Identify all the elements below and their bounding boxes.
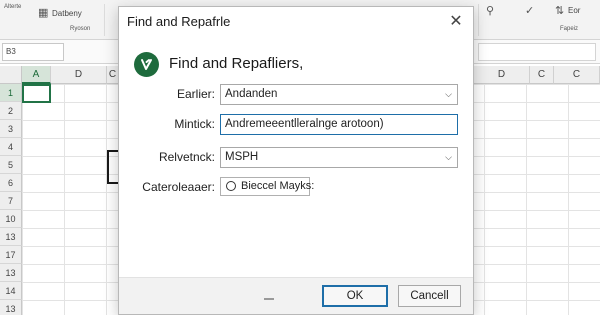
column-header[interactable]: C bbox=[554, 66, 600, 84]
select-all-corner[interactable] bbox=[0, 66, 22, 84]
cancel-button[interactable]: Cancell bbox=[398, 285, 461, 307]
row-header[interactable]: 5 bbox=[0, 156, 22, 174]
field-label-replace: Mintick: bbox=[174, 117, 215, 131]
ok-button[interactable]: OK bbox=[322, 285, 388, 307]
close-icon[interactable]: ✕ bbox=[445, 11, 467, 33]
dialog-header: Find and Repafliers, bbox=[169, 55, 304, 72]
chevron-down-icon[interactable]: ⌵ bbox=[445, 85, 452, 104]
sort-icon[interactable]: ⇅ bbox=[555, 6, 564, 17]
table-icon[interactable]: ▦ bbox=[38, 8, 48, 19]
find-replace-dialog: Find and Repafrle ✕ Find and Repafliers,… bbox=[118, 6, 474, 315]
replace-input[interactable]: Andremeeentlleralnge arotoon) bbox=[220, 114, 458, 135]
selected-cell[interactable] bbox=[22, 84, 51, 103]
filter-icon[interactable]: ⚲ bbox=[486, 6, 494, 17]
field-label-find: Earlier: bbox=[176, 87, 215, 101]
row-header[interactable]: 10 bbox=[0, 210, 22, 228]
name-box[interactable]: B3 bbox=[2, 43, 64, 61]
row-header[interactable]: 1 bbox=[0, 84, 22, 102]
field-label-within: Relvetnck: bbox=[158, 150, 215, 164]
dialog-titlebar[interactable]: Find and Repafrle ✕ bbox=[119, 7, 473, 37]
within-value: MSPH bbox=[225, 151, 259, 163]
leaf-icon bbox=[141, 59, 152, 70]
row-header[interactable]: 13 bbox=[0, 228, 22, 246]
ribbon-far-right-label[interactable]: Eor bbox=[568, 6, 580, 15]
column-header[interactable]: A bbox=[22, 66, 51, 84]
find-dropdown[interactable]: Andanden ⌵ bbox=[220, 84, 458, 105]
ribbon-far-right-sub: Fapeiz bbox=[560, 26, 579, 32]
radio-button[interactable] bbox=[226, 181, 236, 191]
match-option[interactable]: Bieccel Mayks: bbox=[220, 177, 314, 196]
row-header[interactable]: 7 bbox=[0, 192, 22, 210]
replace-value: Andremeeentlleralnge arotoon) bbox=[225, 118, 384, 130]
row-header[interactable]: 17 bbox=[0, 246, 22, 264]
ribbon-group-sub: Ryoson bbox=[70, 26, 91, 32]
ribbon-divider bbox=[104, 4, 105, 36]
footer-dash bbox=[264, 298, 274, 300]
row-header[interactable]: 4 bbox=[0, 138, 22, 156]
column-header[interactable]: D bbox=[474, 66, 530, 84]
app-logo bbox=[134, 52, 159, 77]
match-option-label: Bieccel Mayks: bbox=[241, 180, 315, 192]
row-header[interactable]: 2 bbox=[0, 102, 22, 120]
option-label: Cateroleaaer: bbox=[142, 180, 215, 194]
ribbon-divider bbox=[478, 4, 479, 36]
chevron-down-icon[interactable]: ⌵ bbox=[445, 148, 452, 167]
dialog-title: Find and Repafrle bbox=[127, 14, 231, 29]
column-header[interactable]: D bbox=[51, 66, 107, 84]
row-header[interactable]: 13 bbox=[0, 300, 22, 315]
find-value: Andanden bbox=[225, 88, 278, 100]
ribbon-group-label[interactable]: Datbeny bbox=[52, 9, 82, 18]
formula-input[interactable] bbox=[478, 43, 596, 61]
row-header[interactable]: 6 bbox=[0, 174, 22, 192]
row-header[interactable]: 14 bbox=[0, 282, 22, 300]
ribbon-top-left-label: Alterte bbox=[4, 4, 22, 10]
within-dropdown[interactable]: MSPH ⌵ bbox=[220, 147, 458, 168]
row-header[interactable]: 13 bbox=[0, 264, 22, 282]
row-header[interactable]: 3 bbox=[0, 120, 22, 138]
column-header[interactable]: C bbox=[530, 66, 554, 84]
checkmark-icon[interactable]: ✓ bbox=[525, 6, 534, 17]
